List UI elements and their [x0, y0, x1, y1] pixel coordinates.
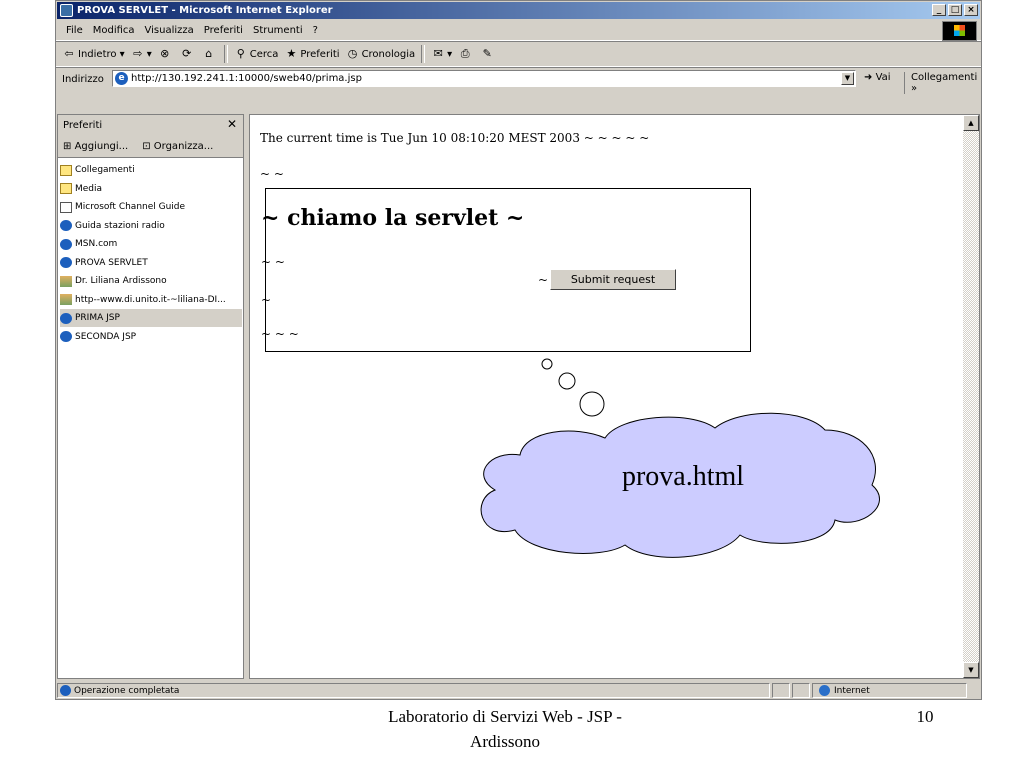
footer-line-2: Ardissono: [470, 732, 540, 751]
footer-line-1: Laboratorio di Servizi Web - JSP -: [388, 707, 622, 726]
footer-page-number: 10: [916, 707, 934, 726]
cloud-overlay: prova.html: [480, 358, 880, 558]
thought-bubble-small: [541, 358, 553, 370]
thought-bubble-medium: [558, 372, 576, 390]
thought-bubble-large: [579, 391, 605, 417]
cloud-text: prova.html: [622, 461, 744, 492]
